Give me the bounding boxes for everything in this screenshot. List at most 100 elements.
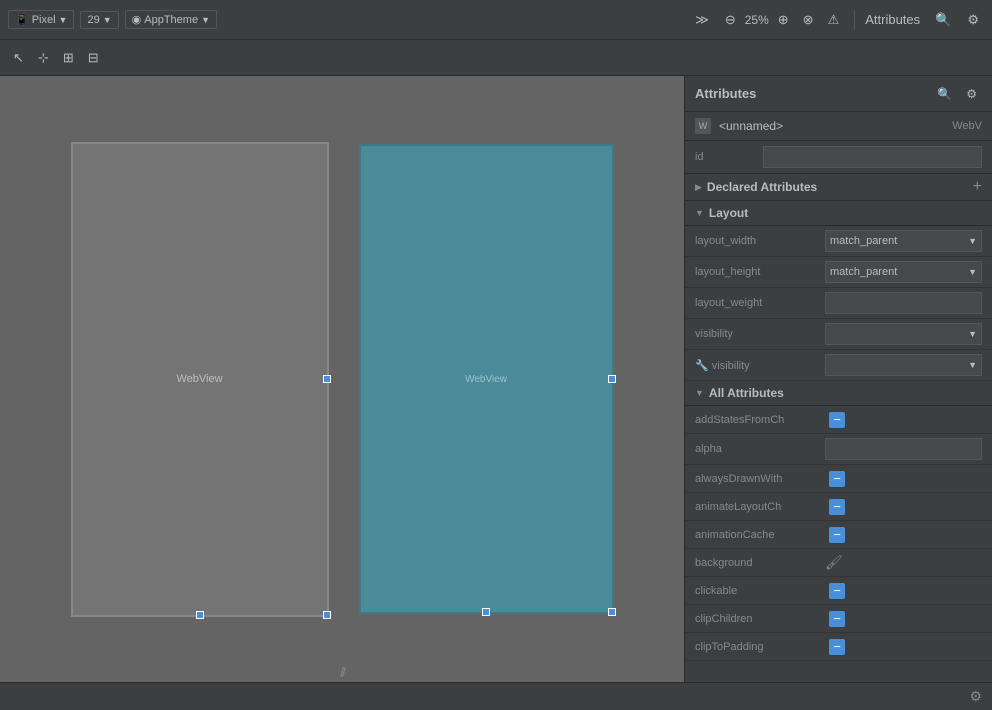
- canvas-area[interactable]: WebView WebView //: [0, 76, 684, 682]
- layout-weight-input[interactable]: [825, 292, 982, 314]
- overflow-btn[interactable]: ≫: [690, 9, 714, 31]
- animation-cache-row: animationCache −: [685, 521, 992, 549]
- webview-label-1: WebView: [176, 373, 222, 385]
- id-label: id: [695, 151, 755, 163]
- gear-btn[interactable]: ⚙: [962, 9, 984, 31]
- zoom-label: 25%: [745, 13, 769, 27]
- resize-handle-corner-2[interactable]: [608, 608, 616, 616]
- clip-to-padding-label: clipToPadding: [695, 641, 825, 653]
- triangle-icon: ▶: [695, 182, 702, 193]
- panel-header-icons: 🔍 ⚙: [932, 84, 982, 104]
- panel-header: Attributes 🔍 ⚙: [685, 76, 992, 112]
- panel-gear-btn[interactable]: ⚙: [961, 84, 982, 104]
- clickable-row: clickable −: [685, 577, 992, 605]
- circle-icon: ◉: [132, 13, 142, 26]
- animate-layout-label: animateLayoutCh: [695, 501, 825, 513]
- zoom-area: ⊖ 25% ⊕ ⊗ ⚠: [720, 9, 844, 31]
- clickable-label: clickable: [695, 585, 825, 597]
- clip-to-padding-minus-btn[interactable]: −: [829, 639, 845, 655]
- layout-section-header[interactable]: ▼ Layout: [685, 201, 992, 226]
- attributes-panel: Attributes 🔍 ⚙ W <unnamed> WebV id ▶ Dec…: [684, 76, 992, 682]
- webview-label-2: WebView: [465, 374, 507, 385]
- all-attributes-title: All Attributes: [709, 386, 784, 400]
- visibility-select[interactable]: ▼: [825, 323, 982, 345]
- device-screen-2[interactable]: WebView: [359, 144, 614, 614]
- clip-children-minus-btn[interactable]: −: [829, 611, 845, 627]
- move-icon: ⊹: [38, 50, 49, 66]
- declared-section-header[interactable]: ▶ Declared Attributes +: [685, 174, 992, 201]
- alpha-label: alpha: [695, 443, 825, 455]
- zoom-fit-btn[interactable]: ⊗: [798, 9, 819, 31]
- layout-height-select[interactable]: match_parent ▼: [825, 261, 982, 283]
- id-input[interactable]: [763, 146, 982, 168]
- layout-height-value: match_parent: [830, 266, 897, 278]
- attributes-label: Attributes: [865, 12, 920, 27]
- device-screen-1[interactable]: WebView: [71, 142, 329, 617]
- add-states-minus-btn[interactable]: −: [829, 412, 845, 428]
- api-label: 29: [87, 14, 99, 26]
- warning-btn[interactable]: ⚠: [823, 9, 845, 31]
- resize-handle-bottom-2[interactable]: [482, 608, 490, 616]
- component-name: <unnamed>: [719, 119, 783, 133]
- animation-cache-minus-btn[interactable]: −: [829, 527, 845, 543]
- resize-handle-corner[interactable]: [323, 611, 331, 619]
- clickable-minus-btn[interactable]: −: [829, 583, 845, 599]
- search-btn[interactable]: 🔍: [930, 9, 956, 31]
- layout-height-row: layout_height match_parent ▼: [685, 257, 992, 288]
- phone-icon: 📱: [15, 13, 29, 26]
- background-label: background: [695, 557, 825, 569]
- distribute-tool-btn[interactable]: ⊟: [83, 47, 104, 69]
- theme-selector[interactable]: ◉ AppTheme ▼: [125, 10, 217, 29]
- animate-layout-minus-btn[interactable]: −: [829, 499, 845, 515]
- zoom-in-btn[interactable]: ⊕: [773, 9, 794, 31]
- declared-section-title: Declared Attributes: [707, 180, 817, 194]
- resize-handle-right[interactable]: [323, 375, 331, 383]
- chevron-down-icon: ▼: [201, 15, 210, 25]
- wrench-icon: 🔧: [695, 360, 709, 372]
- select-tool-btn[interactable]: ↖: [8, 47, 29, 69]
- overflow-icon: ≫: [695, 12, 709, 28]
- theme-label: AppTheme: [144, 14, 198, 26]
- panel-search-btn[interactable]: 🔍: [932, 84, 957, 104]
- align-tool-btn[interactable]: ⊞: [58, 47, 79, 69]
- clip-children-row: clipChildren −: [685, 605, 992, 633]
- always-drawn-label: alwaysDrawnWith: [695, 473, 825, 485]
- triangle-icon-2: ▼: [695, 208, 704, 218]
- chevron-down-icon: ▼: [968, 360, 977, 370]
- always-drawn-minus-btn[interactable]: −: [829, 471, 845, 487]
- device-selector[interactable]: 📱 Pixel ▼: [8, 10, 74, 29]
- move-tool-btn[interactable]: ⊹: [33, 47, 54, 69]
- resize-handle-right-2[interactable]: [608, 375, 616, 383]
- layout-width-select[interactable]: match_parent ▼: [825, 230, 982, 252]
- api-selector[interactable]: 29 ▼: [80, 11, 118, 29]
- layout-weight-row: layout_weight: [685, 288, 992, 319]
- device-label: Pixel: [32, 14, 56, 26]
- animation-cache-label: animationCache: [695, 529, 825, 541]
- alpha-row: alpha: [685, 434, 992, 465]
- clip-children-label: clipChildren: [695, 613, 825, 625]
- background-paint-btn[interactable]: 🖌: [825, 554, 982, 571]
- clip-to-padding-row: clipToPadding −: [685, 633, 992, 661]
- chevron-down-icon: ▼: [968, 267, 977, 277]
- zoom-out-btn[interactable]: ⊖: [720, 9, 741, 31]
- all-attributes-section-header[interactable]: ▼ All Attributes: [685, 381, 992, 406]
- always-drawn-row: alwaysDrawnWith −: [685, 465, 992, 493]
- layout-width-row: layout_width match_parent ▼: [685, 226, 992, 257]
- layout-weight-label: layout_weight: [695, 297, 825, 309]
- chevron-down-icon: ▼: [59, 15, 68, 25]
- cursor-icon: ↖: [13, 50, 24, 66]
- resize-handle-bottom[interactable]: [196, 611, 204, 619]
- declared-add-btn[interactable]: +: [973, 179, 982, 195]
- animate-layout-row: animateLayoutCh −: [685, 493, 992, 521]
- add-states-row: addStatesFromCh −: [685, 406, 992, 434]
- alpha-input[interactable]: [825, 438, 982, 460]
- component-header: W <unnamed> WebV: [685, 112, 992, 141]
- plus-circle-icon: ⊕: [778, 12, 789, 28]
- zoom-fit-icon: ⊗: [803, 12, 814, 28]
- layout-section-title: Layout: [709, 206, 748, 220]
- visibility-wrench-select[interactable]: ▼: [825, 354, 982, 376]
- settings-icon[interactable]: ⚙: [969, 688, 982, 705]
- gear-icon: ⚙: [967, 12, 979, 28]
- add-states-label: addStatesFromCh: [695, 414, 825, 426]
- visibility-wrench-row: 🔧 visibility ▼: [685, 350, 992, 381]
